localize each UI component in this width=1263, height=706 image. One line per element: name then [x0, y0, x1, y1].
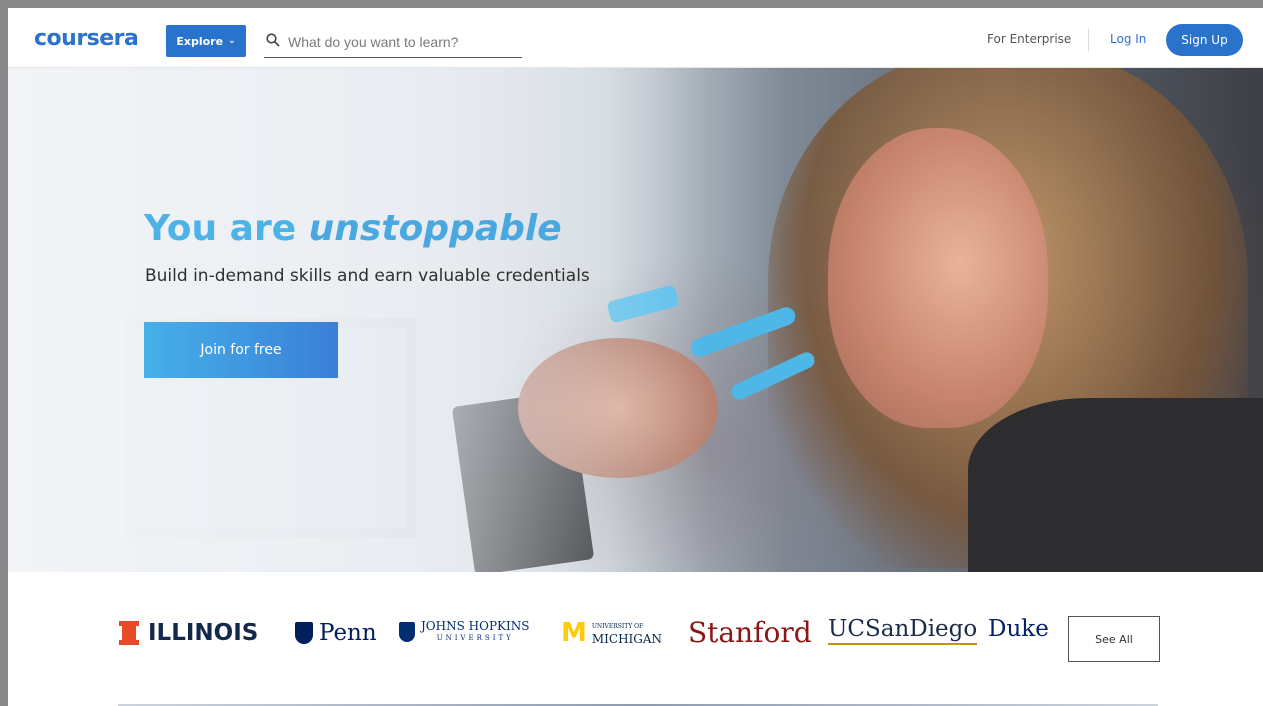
for-enterprise-link[interactable]: For Enterprise [987, 32, 1071, 46]
partner-logo-michigan[interactable]: M UNIVERSITY OF MICHIGAN [561, 620, 662, 646]
michigan-wordmark: UNIVERSITY OF MICHIGAN [592, 621, 662, 645]
search-icon [264, 32, 280, 51]
search-input[interactable] [288, 33, 518, 50]
partner-name: MICHIGAN [591, 632, 663, 646]
partner-logos-strip: ILLINOIS Penn JOHNS HOPKINS UNIVERSITY M… [8, 572, 1263, 706]
chevron-down-icon: ⌄ [228, 36, 236, 46]
jhu-shield-icon [399, 622, 415, 642]
search-bar [264, 26, 522, 58]
hero-photo-face [828, 128, 1048, 428]
partner-logo-illinois[interactable]: ILLINOIS [119, 620, 259, 646]
illinois-i-icon [119, 621, 139, 645]
see-all-button[interactable]: See All [1068, 616, 1160, 662]
partner-name: Penn [319, 620, 377, 646]
hero-subtitle: Build in-demand skills and earn valuable… [145, 266, 590, 286]
jhu-wordmark: JOHNS HOPKINS UNIVERSITY [421, 620, 529, 644]
login-link[interactable]: Log In [1110, 32, 1146, 46]
partner-logo-penn[interactable]: Penn [295, 620, 377, 646]
hero-photo-shirt [968, 398, 1263, 572]
hero-banner: You are unstoppable Build in-demand skil… [8, 68, 1263, 572]
hero-title: You are unstoppable [144, 208, 562, 249]
explore-label: Explore [176, 34, 224, 48]
browser-window: coursera Explore ⌄ For Enterprise Log In… [8, 8, 1263, 706]
partner-name: ILLINOIS [148, 620, 259, 646]
join-for-free-button[interactable]: Join for free [144, 322, 338, 378]
partner-logo-duke[interactable]: Duke [988, 616, 1049, 642]
partner-subname: UNIVERSITY [436, 634, 514, 642]
hero-title-prefix: You are [144, 208, 297, 249]
top-navbar: coursera Explore ⌄ For Enterprise Log In… [8, 8, 1263, 68]
hero-overlay [8, 68, 708, 572]
penn-shield-icon [295, 622, 313, 644]
partner-name: JOHNS HOPKINS [421, 619, 530, 633]
michigan-m-icon: M [561, 618, 587, 648]
signup-button[interactable]: Sign Up [1166, 24, 1243, 56]
partner-logo-johns-hopkins[interactable]: JOHNS HOPKINS UNIVERSITY [399, 620, 529, 644]
nav-divider [1088, 28, 1089, 52]
coursera-logo[interactable]: coursera [34, 26, 139, 51]
partner-logo-uc-san-diego[interactable]: UCSanDiego [828, 616, 978, 645]
partner-logo-stanford[interactable]: Stanford [688, 616, 812, 649]
explore-button[interactable]: Explore ⌄ [166, 25, 246, 57]
hero-title-emphasis: unstoppable [308, 208, 562, 249]
